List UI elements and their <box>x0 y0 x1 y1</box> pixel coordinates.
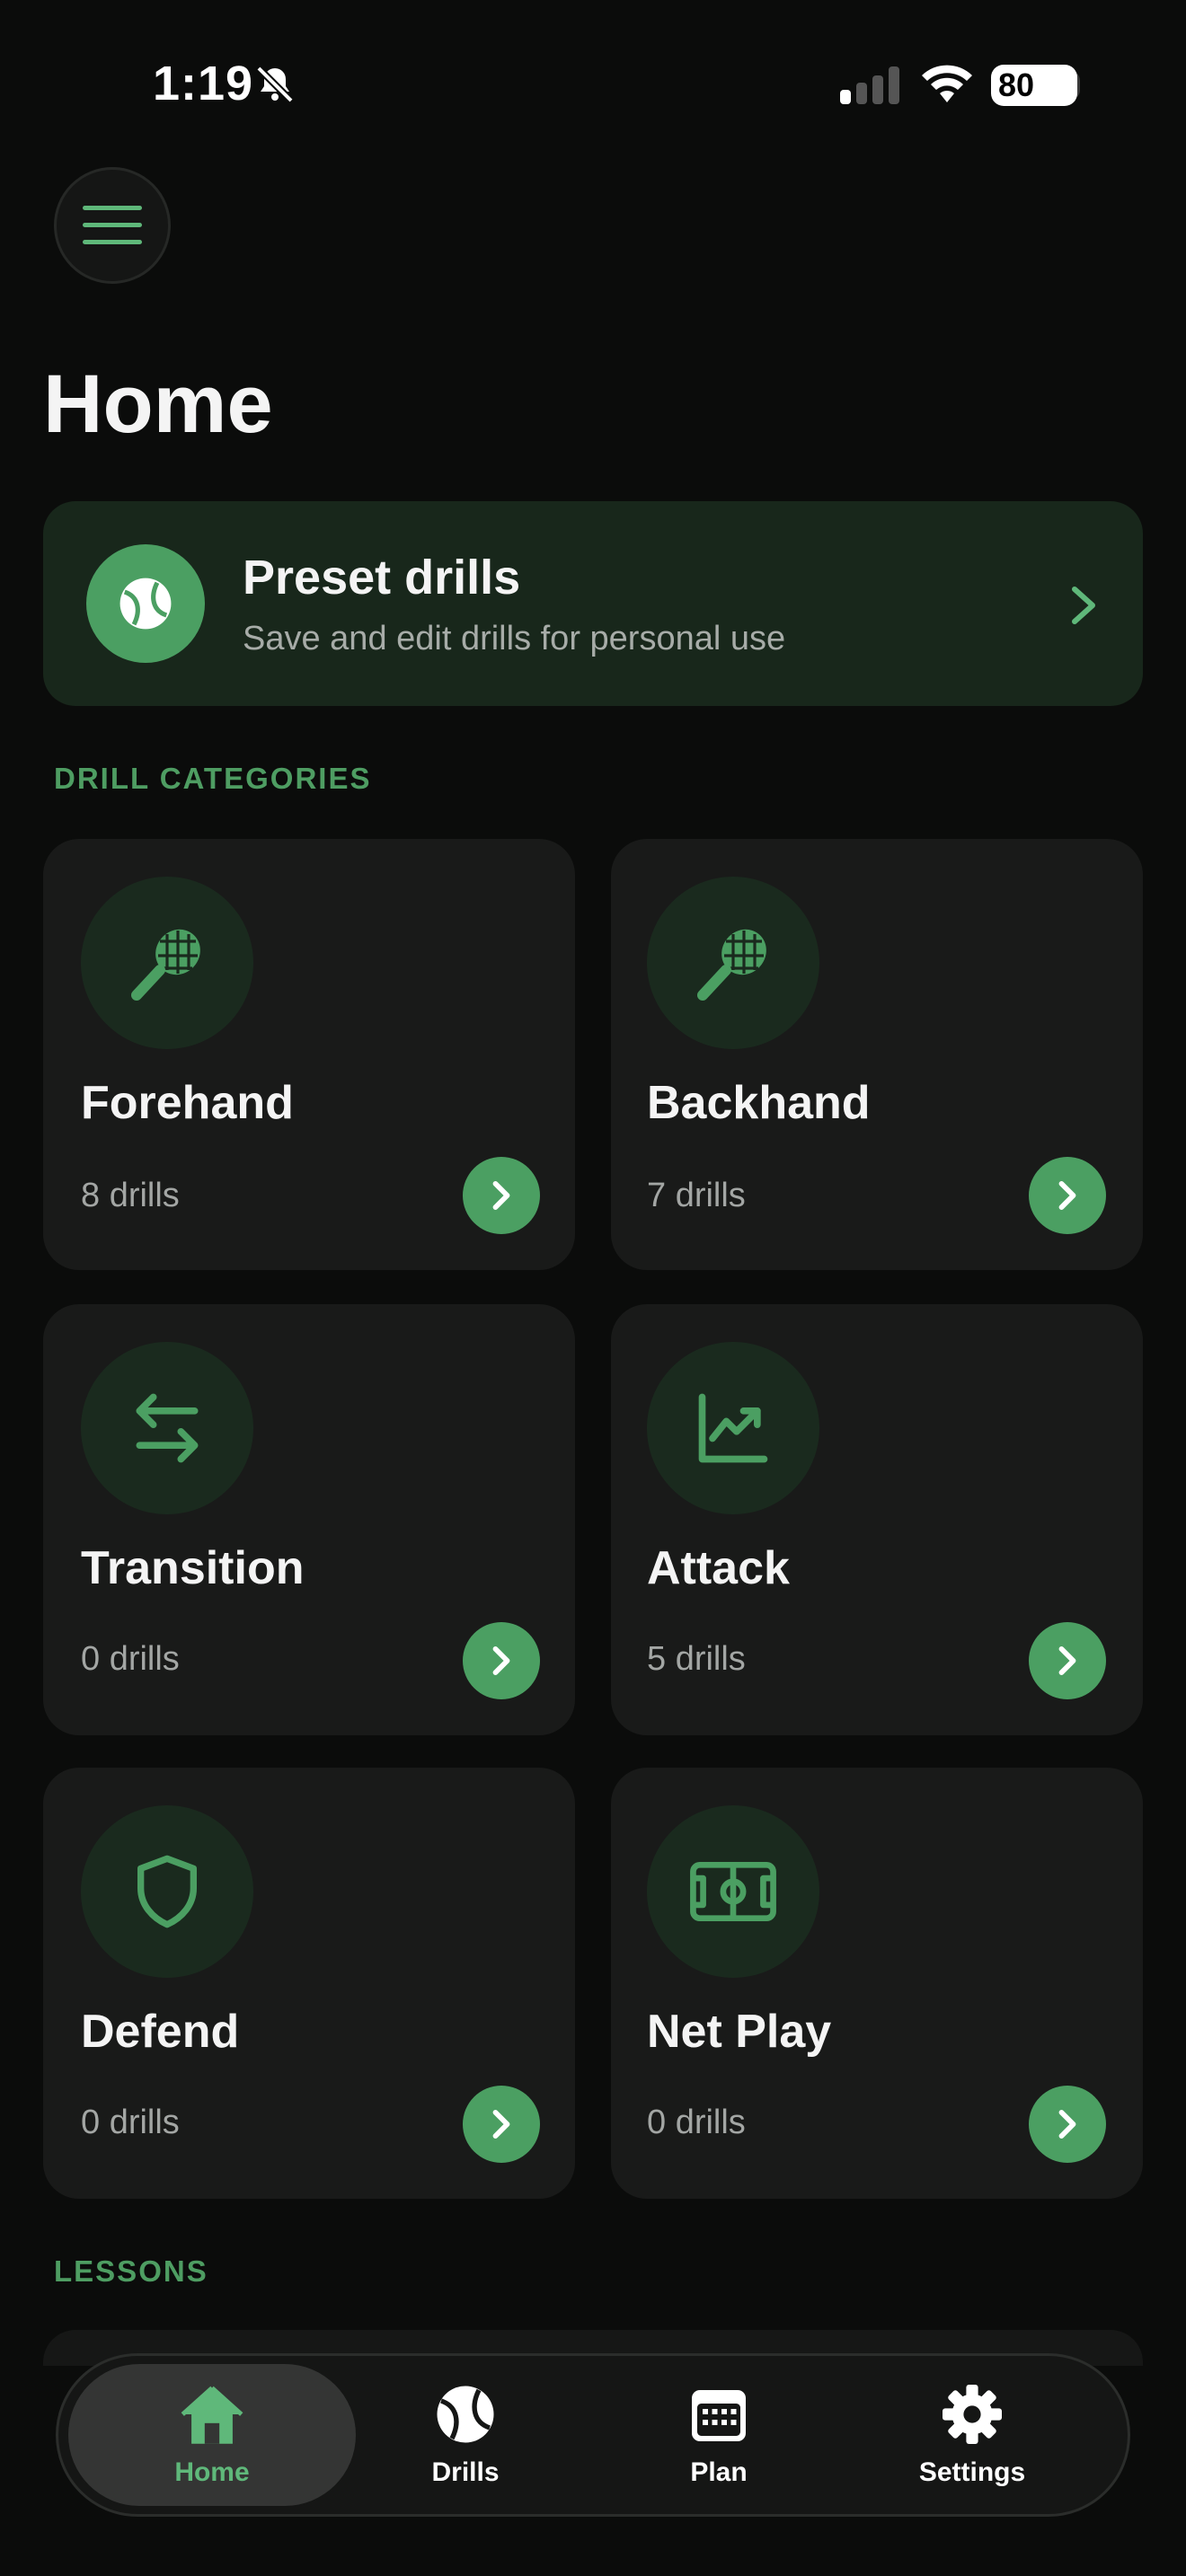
home-icon <box>181 2386 243 2444</box>
category-open-button[interactable] <box>463 1157 540 1234</box>
court-icon <box>647 1805 819 1978</box>
category-title: Forehand <box>81 1077 294 1129</box>
category-title: Transition <box>81 1542 305 1594</box>
tab-label: Settings <box>918 2457 1026 2487</box>
preset-drills-card[interactable] <box>43 501 1143 706</box>
tab-plan[interactable]: Plan <box>611 2364 827 2506</box>
chevron-right-icon <box>1072 587 1095 624</box>
tab-home[interactable]: Home <box>104 2364 320 2506</box>
category-title: Backhand <box>647 1077 871 1129</box>
section-label-lessons: LESSONS <box>54 2254 208 2288</box>
category-title: Net Play <box>647 2006 832 2058</box>
category-count: 0 drills <box>647 2104 746 2141</box>
status-time: 1:19 <box>153 57 254 110</box>
category-count: 0 drills <box>81 1640 180 1678</box>
chevron-right-icon <box>1058 2110 1076 2139</box>
category-count: 8 drills <box>81 1177 180 1214</box>
chevron-right-icon <box>1058 1181 1076 1210</box>
tennis-racket-icon <box>647 877 819 1049</box>
tab-drills[interactable]: Drills <box>358 2364 573 2506</box>
tennis-ball-icon <box>86 544 205 663</box>
category-open-button[interactable] <box>1029 1622 1106 1699</box>
tab-label: Home <box>174 2457 250 2487</box>
shield-icon <box>81 1805 253 1978</box>
tab-label: Plan <box>690 2457 748 2487</box>
page-title: Home <box>43 358 273 450</box>
preset-drills-title: Preset drills <box>243 551 521 604</box>
calendar-icon <box>692 2390 746 2441</box>
preset-drills-subtitle: Save and edit drills for personal use <box>243 620 786 657</box>
tab-label: Drills <box>431 2457 500 2487</box>
category-open-button[interactable] <box>1029 2086 1106 2163</box>
category-open-button[interactable] <box>463 2086 540 2163</box>
tennis-ball-icon <box>437 2386 494 2443</box>
tab-settings[interactable]: Settings <box>864 2364 1080 2506</box>
category-open-button[interactable] <box>463 1622 540 1699</box>
chevron-right-icon <box>492 1181 510 1210</box>
arrows-exchange-icon <box>81 1342 253 1514</box>
trend-chart-icon <box>647 1342 819 1514</box>
chevron-right-icon <box>1058 1646 1076 1675</box>
chevron-right-icon <box>492 1646 510 1675</box>
hamburger-icon <box>83 206 142 244</box>
bell-muted-icon <box>256 66 294 103</box>
chevron-right-icon <box>492 2110 510 2139</box>
section-label-drill-categories: DRILL CATEGORIES <box>54 762 372 795</box>
menu-button[interactable] <box>54 167 171 284</box>
category-title: Defend <box>81 2006 240 2058</box>
category-open-button[interactable] <box>1029 1157 1106 1234</box>
battery-level: 80 <box>991 65 1077 106</box>
wifi-icon <box>922 65 972 102</box>
category-count: 7 drills <box>647 1177 746 1214</box>
gear-icon <box>943 2385 1002 2444</box>
category-title: Attack <box>647 1542 790 1594</box>
tennis-racket-icon <box>81 877 253 1049</box>
category-count: 0 drills <box>81 2104 180 2141</box>
cellular-signal-icon <box>840 66 899 104</box>
category-count: 5 drills <box>647 1640 746 1678</box>
